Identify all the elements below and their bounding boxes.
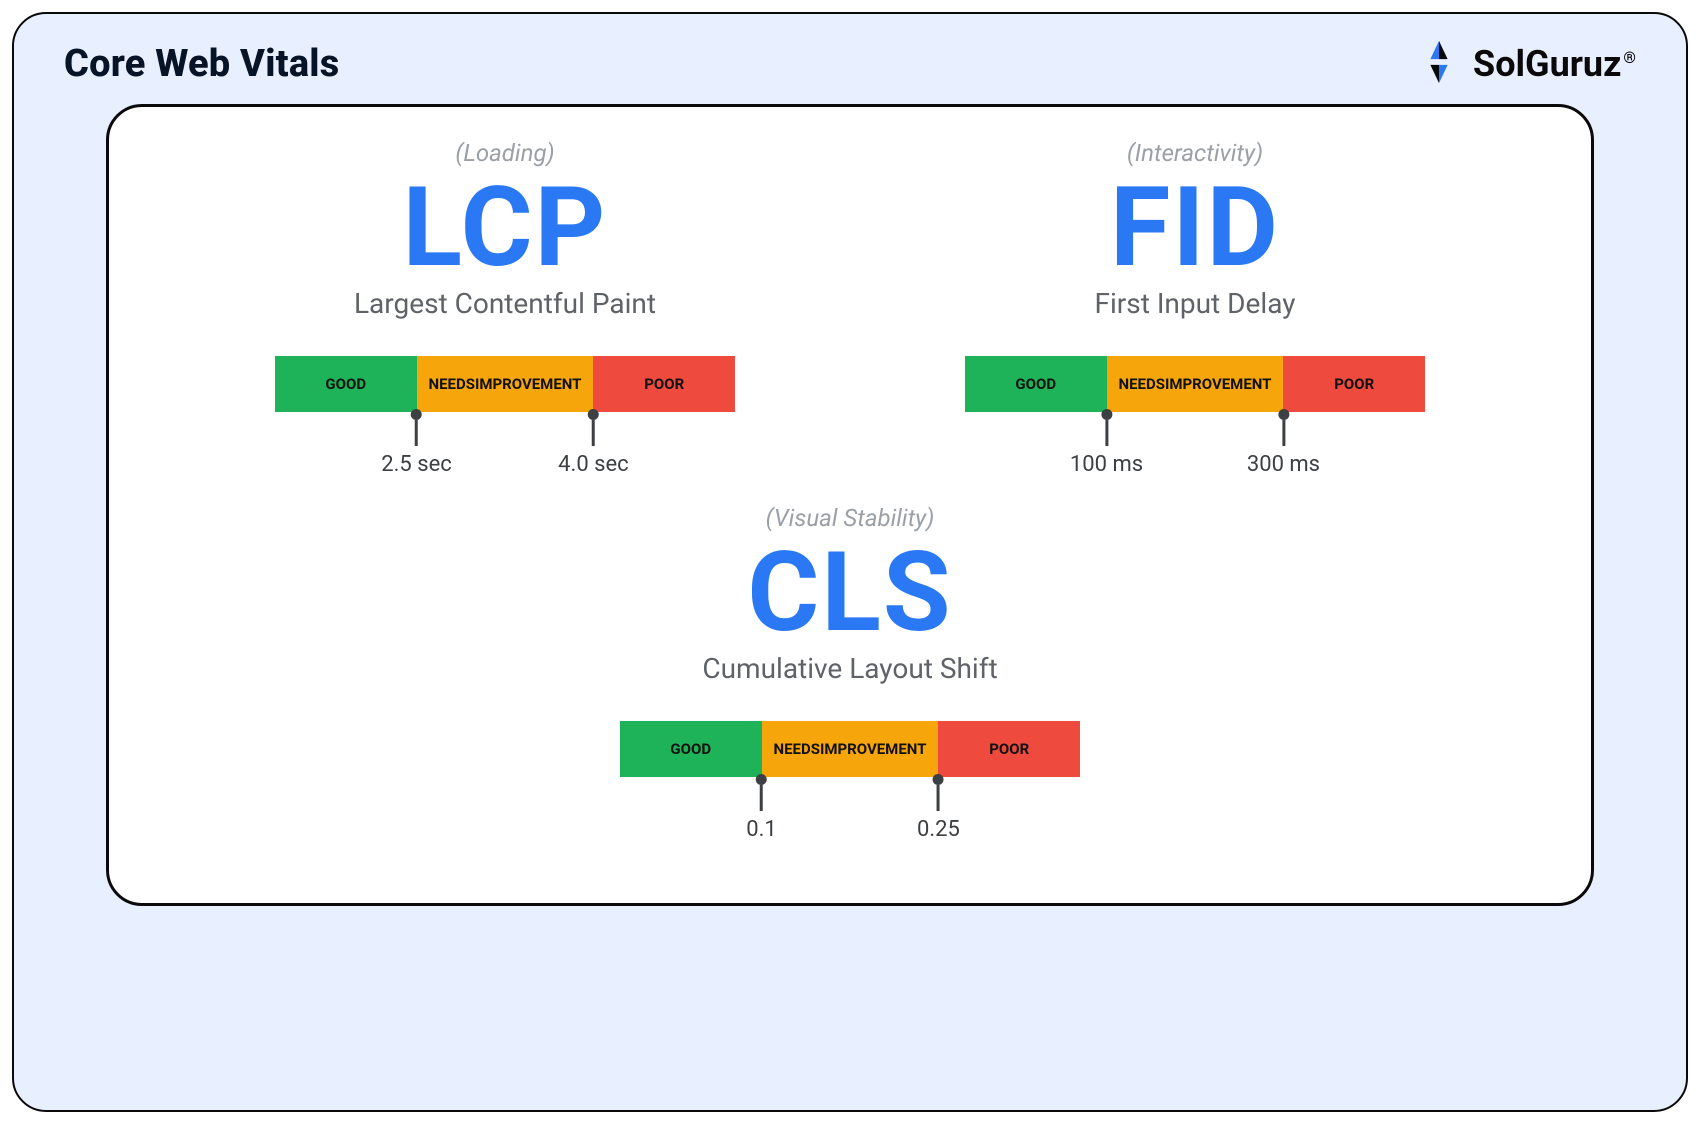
tick-low: 0.1 [746,774,777,842]
tick-stem-icon [1282,420,1285,446]
tick-label: 100 ms [1070,452,1143,477]
segment-good: GOOD [275,356,417,412]
brand: SolGuruz® [1415,38,1636,90]
tick-dot-icon [1278,409,1289,420]
tick-label: 2.5 sec [381,452,452,477]
threshold-bar: GOOD NEEDSIMPROVEMENT POOR [620,721,1080,777]
threshold-ticks: 0.1 0.25 [620,777,1080,833]
page-card: Core Web Vitals SolGuruz® (Loading) LCP [12,12,1688,1112]
threshold-ticks: 100 ms 300 ms [965,412,1425,468]
brand-name: SolGuruz® [1473,43,1636,85]
brand-name-text: SolGuruz [1473,43,1621,85]
metric-abbr: CLS [747,538,952,648]
metric-abbr: LCP [403,173,608,283]
segment-needs-improvement: NEEDSIMPROVEMENT [417,356,594,412]
metric-full-name: Cumulative Layout Shift [702,652,997,685]
tick-low: 2.5 sec [381,409,452,477]
metric-cls: (Visual Stability) CLS Cumulative Layout… [570,504,1130,833]
tick-stem-icon [1105,420,1108,446]
tick-dot-icon [756,774,767,785]
tick-label: 300 ms [1247,452,1320,477]
tick-label: 0.25 [917,817,960,842]
threshold-ticks: 2.5 sec 4.0 sec [275,412,735,468]
segment-needs-improvement: NEEDSIMPROVEMENT [762,721,939,777]
tick-low: 100 ms [1070,409,1143,477]
tick-high: 300 ms [1247,409,1320,477]
segment-poor: POOR [593,356,735,412]
tick-label: 4.0 sec [558,452,629,477]
threshold-bar: GOOD NEEDSIMPROVEMENT POOR [965,356,1425,412]
header: Core Web Vitals SolGuruz® [58,38,1642,90]
tick-high: 0.25 [917,774,960,842]
metric-abbr: FID [1110,173,1280,283]
tick-dot-icon [411,409,422,420]
tick-dot-icon [933,774,944,785]
metrics-row-bottom: (Visual Stability) CLS Cumulative Layout… [149,504,1552,833]
tick-dot-icon [588,409,599,420]
segment-needs-improvement: NEEDSIMPROVEMENT [1107,356,1284,412]
tick-dot-icon [1101,409,1112,420]
tick-stem-icon [760,785,763,811]
tick-label: 0.1 [746,817,777,842]
trademark-icon: ® [1623,48,1636,67]
tick-high: 4.0 sec [558,409,629,477]
segment-poor: POOR [1283,356,1425,412]
metric-fid: (Interactivity) FID First Input Delay GO… [915,139,1475,468]
tick-stem-icon [415,420,418,446]
brand-logo-icon [1415,38,1463,90]
segment-good: GOOD [965,356,1107,412]
segment-good: GOOD [620,721,762,777]
metrics-row-top: (Loading) LCP Largest Contentful Paint G… [149,139,1552,468]
content-card: (Loading) LCP Largest Contentful Paint G… [106,104,1595,906]
metric-full-name: First Input Delay [1094,287,1295,320]
metric-full-name: Largest Contentful Paint [354,287,656,320]
segment-poor: POOR [938,721,1080,777]
threshold-bar: GOOD NEEDSIMPROVEMENT POOR [275,356,735,412]
metric-lcp: (Loading) LCP Largest Contentful Paint G… [225,139,785,468]
page-title: Core Web Vitals [64,42,339,86]
tick-stem-icon [937,785,940,811]
tick-stem-icon [592,420,595,446]
